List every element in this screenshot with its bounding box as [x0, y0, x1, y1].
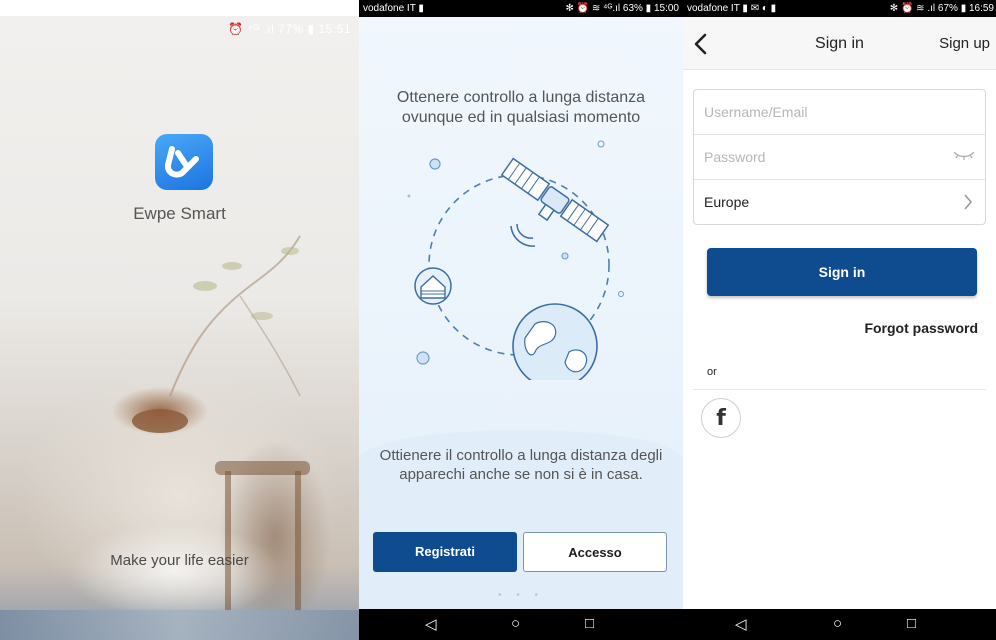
or-separator-label: or: [707, 366, 717, 378]
onboarding-headline: Ottenere controllo a lunga distanza ovun…: [396, 89, 646, 126]
floor-tile-decoration: [0, 610, 359, 640]
signin-screen: vodafone IT ▮ ✉ ◐ ▮ ✻ ⏰ ≋ .ıl 67% ▮ 16:5…: [683, 0, 996, 640]
carrier-label: vodafone IT ▮ ✉ ◐ ▮: [687, 3, 777, 14]
facebook-login-button[interactable]: f: [701, 398, 741, 438]
facebook-icon: f: [716, 406, 726, 431]
forgot-password-link[interactable]: Forgot password: [864, 320, 978, 336]
login-button[interactable]: Accesso: [523, 532, 667, 572]
android-nav-bar: ◁ ○ □: [359, 609, 683, 640]
nav-home-icon[interactable]: ○: [511, 615, 520, 632]
nav-recents-icon[interactable]: □: [907, 615, 916, 632]
background-plant-illustration: [132, 235, 310, 611]
app-logo-icon: [155, 134, 213, 190]
password-visibility-icon[interactable]: [953, 149, 975, 161]
region-selector[interactable]: Europe: [694, 180, 985, 225]
app-name: Ewpe Smart: [133, 204, 226, 223]
onboarding-screen: vodafone IT ▮ ✻ ⏰ ≋ ⁴ᴳ.ıl 63% ▮ 15:00 Ot…: [359, 0, 683, 640]
page-indicator: • • •: [497, 590, 545, 601]
register-button[interactable]: Registrati: [373, 532, 517, 572]
divider: [693, 389, 986, 390]
top-app-bar: Sign in Sign up: [683, 17, 996, 70]
status-bar: ⏰ ⁴ᴳ .ıl 77% ▮ 15:51: [228, 22, 351, 36]
region-value: Europe: [704, 194, 750, 210]
status-bar: vodafone IT ▮ ✉ ◐ ▮ ✻ ⏰ ≋ .ıl 67% ▮ 16:5…: [683, 0, 996, 17]
password-input[interactable]: [694, 135, 954, 179]
onboarding-caption: Ottienere il controllo a lunga distanza …: [379, 447, 663, 483]
status-indicators: ✻ ⏰ ≋ .ıl 67% ▮ 16:59: [889, 3, 994, 14]
username-row: [694, 90, 985, 135]
android-nav-bar: ◁ ○ □: [683, 609, 996, 640]
nav-back-icon[interactable]: ◁: [735, 615, 747, 633]
login-form: Europe: [693, 89, 986, 225]
splash-screen: ⏰ ⁴ᴳ .ıl 77% ▮ 15:51 Ewpe Smart Make you…: [0, 16, 359, 640]
password-row: [694, 135, 985, 180]
nav-back-icon[interactable]: ◁: [425, 615, 437, 633]
status-bar: vodafone IT ▮ ✻ ⏰ ≋ ⁴ᴳ.ıl 63% ▮ 15:00: [359, 0, 683, 17]
status-indicators: ✻ ⏰ ≋ ⁴ᴳ.ıl 63% ▮ 15:00: [565, 3, 679, 14]
satellite-globe-illustration: [407, 140, 624, 380]
nav-recents-icon[interactable]: □: [585, 615, 594, 632]
username-input[interactable]: [694, 90, 954, 134]
chevron-right-icon: [964, 194, 973, 210]
nav-home-icon[interactable]: ○: [833, 615, 842, 632]
carrier-label: vodafone IT ▮: [363, 3, 424, 14]
sign-in-button[interactable]: Sign in: [707, 248, 977, 296]
sign-up-link[interactable]: Sign up: [939, 35, 990, 52]
tagline: Make your life easier: [110, 552, 249, 569]
